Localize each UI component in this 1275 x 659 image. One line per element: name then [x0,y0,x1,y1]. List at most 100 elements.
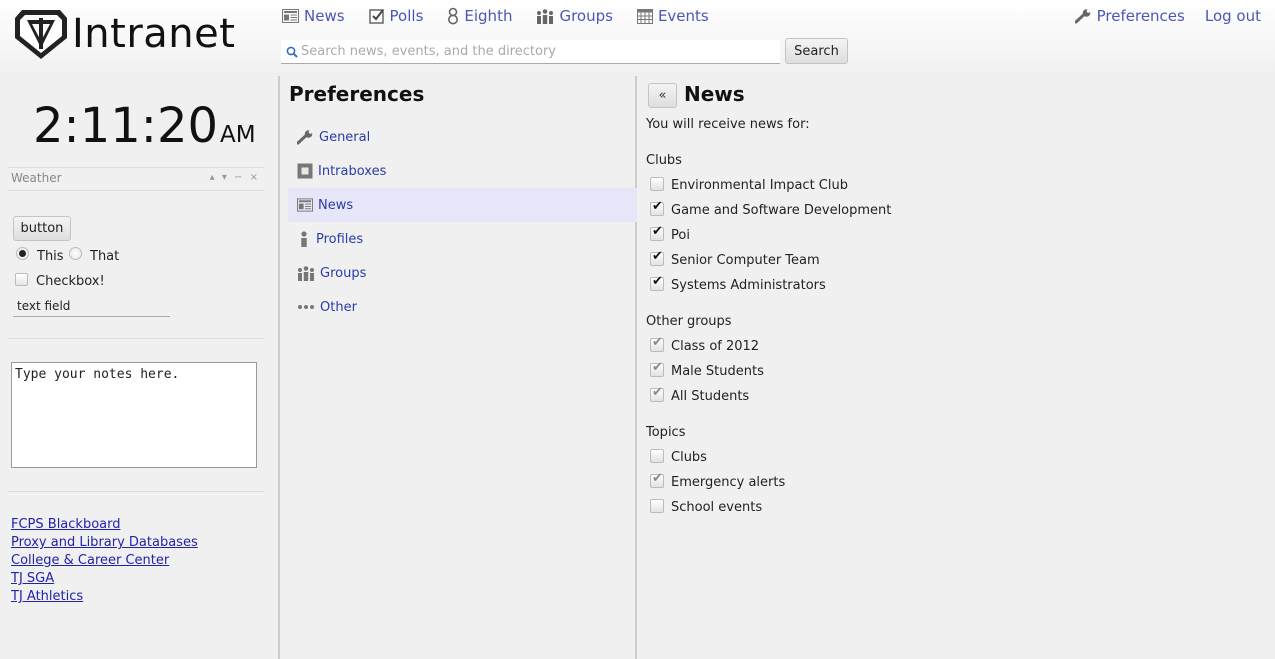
pref-menu-other[interactable]: Other [288,290,637,324]
logo[interactable]: Intranet [14,8,235,60]
option-checkbox[interactable]: ✔ [650,199,664,216]
section-title: Topics [646,425,686,440]
check-icon: ✔ [652,335,663,350]
pref-menu-intraboxes[interactable]: Intraboxes [288,154,637,188]
pref-menu-label: Profiles [316,231,364,247]
option-label: School events [671,500,763,515]
nav-events[interactable]: Events [636,6,709,26]
option-checkbox[interactable] [650,177,664,191]
pref-menu-general[interactable]: General [288,120,637,154]
option-row: School events [646,499,762,524]
link-college-career[interactable]: College & Career Center [11,552,198,570]
option-label: Class of 2012 [671,339,760,354]
nav-news-label: News [304,7,345,25]
box-icon [297,163,313,179]
section-clubs: Clubs Environmental Impact Club ✔ Game an… [646,152,891,302]
section-other-groups: Other groups ✔ Class of 2012 ✔ Male Studen… [646,313,764,413]
demo-text-field[interactable] [13,296,170,317]
preferences-column: Preferences General Intraboxes News Prof… [278,76,637,659]
checkbox-icon [368,9,384,24]
option-checkbox-disabled: ✔ [650,471,664,488]
nav-preferences[interactable]: Preferences [1074,6,1185,26]
nav-groups-label: Groups [559,7,613,25]
option-checkbox-disabled: ✔ [650,335,664,352]
demo-checkbox[interactable] [15,273,28,286]
check-icon: ✔ [652,249,663,264]
nav-polls-label: Polls [389,7,424,25]
nav-eighth[interactable]: Eighth [447,6,512,26]
option-label: Environmental Impact Club [671,178,848,193]
people-icon [298,265,314,281]
divider [8,491,264,492]
calendar-icon [636,8,653,24]
option-label: Senior Computer Team [671,253,820,268]
link-tj-sga[interactable]: TJ SGA [11,570,198,588]
pref-menu-label: Intraboxes [318,163,387,179]
news-intro: You will receive news for: [646,117,810,132]
nav-groups[interactable]: Groups [536,6,613,26]
radio-that-label: That [90,249,120,264]
weather-title: Weather [11,171,62,185]
tj-logo-icon [15,10,67,59]
option-row: ✔ Emergency alerts [646,471,785,499]
nav-polls[interactable]: Polls [368,6,424,26]
notes-textarea[interactable]: Type your notes here. [11,362,257,468]
pref-menu-profiles[interactable]: Profiles [288,222,637,256]
pref-menu-label: General [319,129,371,145]
check-icon: ✔ [652,274,663,289]
option-checkbox[interactable]: ✔ [650,274,664,291]
option-checkbox[interactable]: ✔ [650,249,664,266]
link-proxy-library[interactable]: Proxy and Library Databases [11,534,198,552]
news-title: News [684,82,745,106]
pref-menu-label: News [318,197,354,213]
check-icon: ✔ [652,471,663,486]
person-icon [301,231,307,247]
option-checkbox[interactable] [650,449,664,463]
radio-this-label: This [37,249,64,264]
option-checkbox-disabled: ✔ [650,385,664,402]
nav-preferences-label: Preferences [1096,7,1185,25]
link-tj-athletics[interactable]: TJ Athletics [11,588,198,606]
option-row: ✔ All Students [646,385,749,413]
people-icon [537,8,554,24]
preferences-title: Preferences [289,82,425,106]
divider [8,338,264,339]
option-checkbox[interactable] [650,499,664,513]
clock-ampm: AM [220,122,256,148]
nav-eighth-label: Eighth [464,7,513,25]
option-label: Emergency alerts [671,475,786,490]
nav-logout-label: Log out [1204,7,1261,25]
clock: 2:11:20AM [33,98,256,154]
check-icon: ✔ [652,199,663,214]
nav-logout[interactable]: Log out [1205,6,1261,26]
search-icon [286,46,298,58]
header: Intranet News Polls Eighth Groups Events… [0,0,1275,76]
intrabox-controls[interactable]: ▴ ▾ − × [210,172,260,183]
clock-time: 2:11:20 [33,98,219,154]
main-nav: News Polls Eighth Groups Events [282,6,733,26]
wrench-icon [297,129,313,144]
option-checkbox[interactable]: ✔ [650,224,664,241]
demo-checkbox-label: Checkbox! [36,274,105,289]
newspaper-icon [297,198,313,212]
preferences-menu: General Intraboxes News Profiles Groups … [288,120,637,324]
search-input[interactable] [301,40,776,63]
pref-menu-news[interactable]: News [288,188,637,222]
search-box [281,40,780,64]
radio-this[interactable] [16,247,29,260]
news-preferences-panel: « News You will receive news for: Clubs … [639,76,1275,659]
check-icon: ✔ [652,385,663,400]
pref-menu-groups[interactable]: Groups [288,256,637,290]
radio-that[interactable] [69,247,82,260]
search-button[interactable]: Search [785,38,848,64]
link-fcps-blackboard[interactable]: FCPS Blackboard [11,516,198,534]
option-label: Clubs [671,450,707,465]
demo-button[interactable]: button [13,216,71,241]
back-button[interactable]: « [648,83,677,108]
section-title: Clubs [646,153,682,168]
quick-links: FCPS Blackboard Proxy and Library Databa… [11,516,198,606]
nav-events-label: Events [657,7,709,25]
eight-icon [448,7,459,25]
nav-news[interactable]: News [282,6,345,26]
check-icon: ✔ [652,224,663,239]
